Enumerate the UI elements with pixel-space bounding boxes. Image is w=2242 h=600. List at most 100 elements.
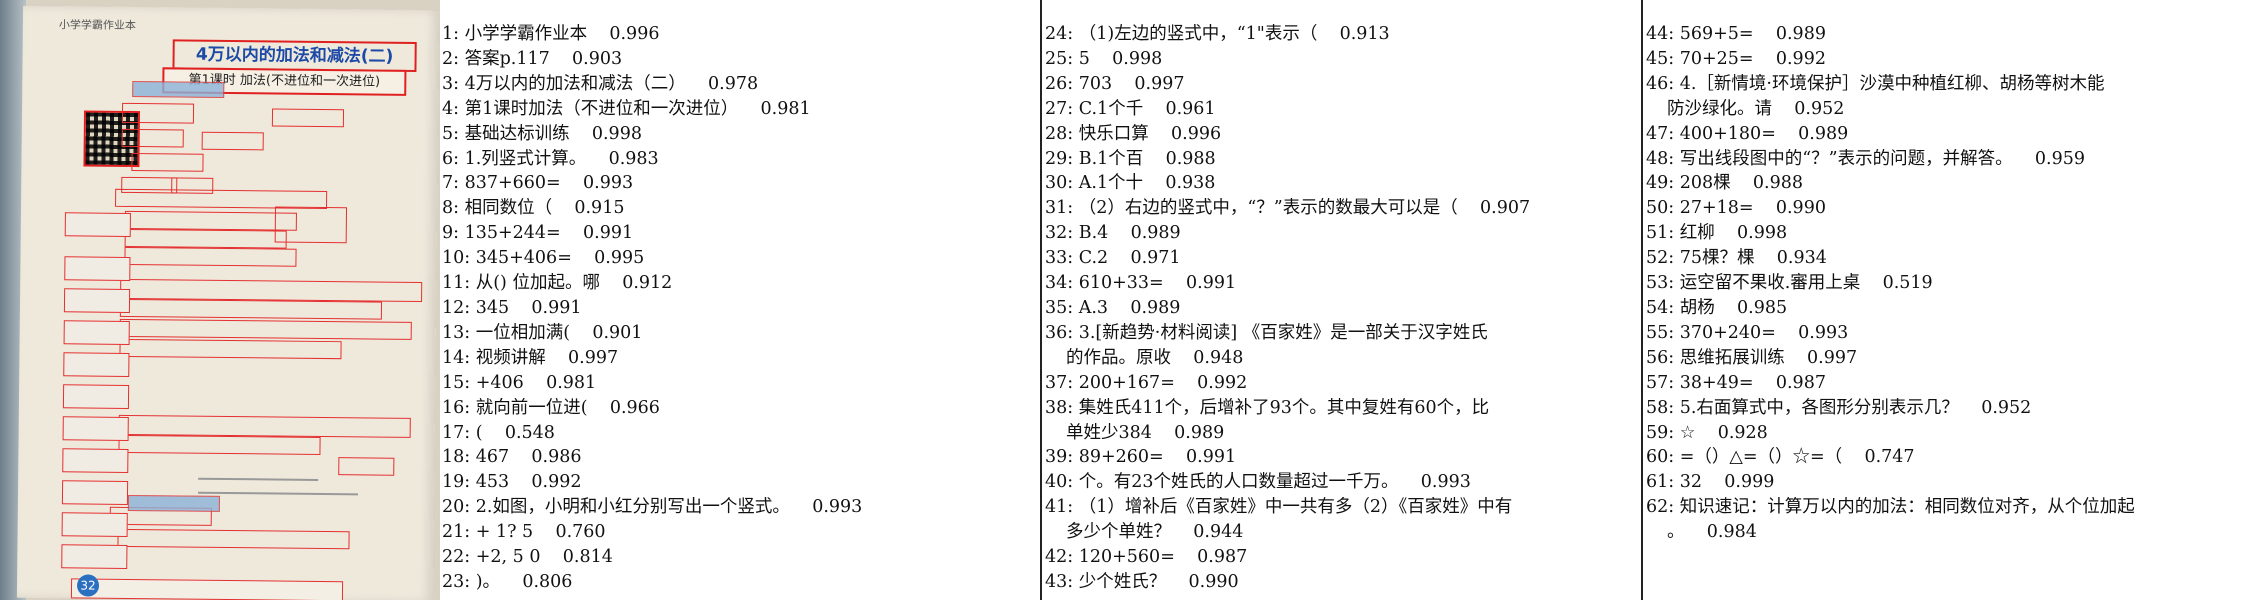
ocr-entry-text: 13: 一位相加满( bbox=[442, 322, 571, 343]
ocr-entry: 30: A.1个十 0.938 bbox=[1045, 171, 1640, 196]
ocr-entry: 45: 70+25= 0.992 bbox=[1646, 47, 2242, 72]
ocr-entry-text: 8: 相同数位（ bbox=[442, 198, 553, 219]
ocr-entry: 36: 3.[新趋势·材料阅读] 《百家姓》是一部关于汉字姓氏 的作品。原收 0.… bbox=[1045, 321, 1640, 371]
ocr-entry-text: 32: B.4 bbox=[1045, 223, 1109, 244]
ocr-entry: 9: 135+244= 0.991 bbox=[442, 221, 1039, 246]
oral-calc-box bbox=[63, 288, 131, 313]
ocr-confidence-score: 0.912 bbox=[622, 273, 673, 294]
ocr-confidence-score: 0.981 bbox=[546, 372, 597, 393]
ocr-confidence-score: 0.997 bbox=[568, 347, 619, 368]
ocr-entry: 20: 2.如图，小明和小红分别写出一个竖式。 0.993 bbox=[442, 495, 1039, 520]
ocr-confidence-score: 0.961 bbox=[1165, 98, 1216, 119]
ocr-entry: 12: 345 0.991 bbox=[442, 296, 1039, 321]
detection-box bbox=[201, 131, 264, 151]
ocr-entry: 10: 345+406= 0.995 bbox=[442, 246, 1039, 271]
detection-box bbox=[119, 298, 383, 320]
ocr-entry: 7: 837+660= 0.993 bbox=[442, 171, 1039, 196]
ocr-entry: 13: 一位相加满( 0.901 bbox=[442, 321, 1039, 346]
ocr-entry: 17: ( 0.548 bbox=[442, 421, 1039, 446]
detection-box bbox=[117, 528, 350, 550]
ocr-entry: 26: 703 0.997 bbox=[1045, 72, 1640, 97]
detection-box bbox=[119, 338, 342, 360]
ocr-confidence-score: 0.913 bbox=[1339, 24, 1390, 44]
ocr-confidence-score: 0.991 bbox=[583, 223, 634, 244]
ocr-entry-text: 26: 703 bbox=[1045, 73, 1113, 94]
ocr-confidence-score: 0.993 bbox=[812, 497, 863, 518]
ocr-entry-text: 52: 75棵？棵 bbox=[1646, 248, 1755, 269]
ocr-entry: 43: 少个姓氏？ 0.990 bbox=[1045, 570, 1640, 595]
ocr-entry: 28: 快乐口算 0.996 bbox=[1045, 122, 1640, 147]
ocr-entry: 42: 120+560= 0.987 bbox=[1045, 545, 1640, 570]
oral-calc-box bbox=[62, 448, 129, 473]
oral-calc-box bbox=[64, 256, 131, 281]
detection-box bbox=[124, 228, 287, 249]
ocr-confidence-score: 0.995 bbox=[594, 248, 645, 269]
ocr-entry-text: 29: B.1个百 bbox=[1045, 148, 1144, 169]
ocr-entry: 58: 5.右面算式中，各图形分别表示几？ 0.952 bbox=[1646, 396, 2242, 421]
ocr-entry-text: 24: （1)左边的竖式中，“1"表示（ bbox=[1045, 24, 1318, 44]
page-number: 32 bbox=[76, 574, 100, 597]
ocr-entry-text: 55: 370+240= bbox=[1646, 322, 1776, 343]
ocr-confidence-score: 0.999 bbox=[1724, 472, 1775, 493]
ocr-entry: 46: 4.［新情境·环境保护］沙漠中种植红柳、胡杨等树木能 防沙绿化。请 0.9… bbox=[1646, 72, 2242, 122]
ocr-entry-text: 35: A.3 bbox=[1045, 297, 1109, 318]
ocr-confidence-score: 0.971 bbox=[1130, 248, 1181, 269]
ocr-entry: 16: 就向前一位进( 0.966 bbox=[442, 396, 1039, 421]
ocr-entry: 56: 思维拓展训练 0.997 bbox=[1646, 346, 2242, 371]
ocr-entry-text: 5: 基础达标训练 bbox=[442, 123, 570, 144]
ocr-confidence-score: 0.984 bbox=[1706, 522, 1757, 543]
ocr-confidence-score: 0.988 bbox=[1165, 148, 1216, 169]
ocr-confidence-score: 0.996 bbox=[1171, 123, 1222, 144]
ocr-entry-text: 4: 第1课时加法（不进位和一次进位） bbox=[442, 98, 739, 119]
ocr-entry-text: 6: 1.列竖式计算。 bbox=[442, 148, 587, 169]
ocr-confidence-score: 0.996 bbox=[609, 24, 660, 44]
ocr-entry-text: 20: 2.如图，小明和小红分别写出一个竖式。 bbox=[442, 497, 790, 518]
ocr-entry: 6: 1.列竖式计算。 0.983 bbox=[442, 147, 1039, 172]
ocr-confidence-score: 0.519 bbox=[1882, 273, 1933, 294]
ocr-entry-text: 51: 红柳 bbox=[1646, 223, 1715, 244]
ocr-confidence-score: 0.907 bbox=[1480, 198, 1531, 219]
ocr-entry-text: 40: 个。有23个姓氏的人口数量超过一千万。 bbox=[1045, 472, 1399, 493]
ocr-confidence-score: 0.986 bbox=[531, 447, 582, 468]
ocr-entry-text: 11: 从() 位加起。哪 bbox=[442, 273, 600, 294]
ocr-entry: 55: 370+240= 0.993 bbox=[1646, 321, 2242, 346]
ocr-confidence-score: 0.915 bbox=[574, 198, 625, 219]
ocr-entry: 15: +406 0.981 bbox=[442, 371, 1039, 396]
ocr-entry: 24: （1)左边的竖式中，“1"表示（ 0.913 bbox=[1045, 22, 1640, 47]
ocr-entry-text: 57: 38+49= bbox=[1646, 372, 1754, 393]
detection-box bbox=[274, 206, 348, 244]
ocr-confidence-score: 0.814 bbox=[562, 547, 613, 568]
ocr-entry: 21: + 1? 5 0.760 bbox=[442, 520, 1039, 545]
ocr-confidence-score: 0.987 bbox=[1197, 547, 1248, 568]
ocr-entry: 5: 基础达标训练 0.998 bbox=[442, 122, 1039, 147]
ocr-entry-text: 33: C.2 bbox=[1045, 248, 1109, 269]
ocr-confidence-score: 0.934 bbox=[1776, 248, 1827, 269]
ocr-entry: 59: ☆ 0.928 bbox=[1646, 421, 2242, 446]
ocr-confidence-score: 0.993 bbox=[1420, 472, 1471, 493]
ocr-entry: 57: 38+49= 0.987 bbox=[1646, 371, 2242, 396]
ocr-entry-text: 46: 4.［新情境·环境保护］沙漠中种植红柳、胡杨等树木能 bbox=[1646, 73, 2105, 94]
ocr-entry: 38: 集姓氏411个，后增补了93个。其中复姓有60个，比 单姓少384 0.9… bbox=[1045, 396, 1640, 446]
detection-box bbox=[121, 102, 195, 124]
detection-box bbox=[131, 152, 204, 172]
ocr-confidence-score: 0.998 bbox=[1112, 48, 1163, 69]
ocr-entry: 2: 答案p.117 0.903 bbox=[442, 47, 1039, 72]
ocr-entry-text: 54: 胡杨 bbox=[1646, 297, 1715, 318]
detection-box bbox=[119, 318, 412, 340]
ocr-confidence-score: 0.991 bbox=[1186, 447, 1237, 468]
ocr-entry-text: 50: 27+18= bbox=[1646, 198, 1754, 219]
ocr-confidence-score: 0.760 bbox=[555, 522, 606, 543]
knowledge-note-bar bbox=[70, 578, 344, 600]
ocr-confidence-score: 0.998 bbox=[1737, 223, 1788, 244]
ocr-confidence-score: 0.952 bbox=[1794, 98, 1845, 119]
ocr-entry: 32: B.4 0.989 bbox=[1045, 221, 1640, 246]
ocr-confidence-score: 0.989 bbox=[1130, 223, 1181, 244]
ocr-entry-text: 17: ( bbox=[442, 422, 483, 443]
ocr-entry-text: 37: 200+167= bbox=[1045, 372, 1175, 393]
ocr-entry: 31: （2）右边的竖式中，“？”表示的数最大可以是（ 0.907 bbox=[1045, 196, 1640, 221]
ocr-entry-text: 2: 答案p.117 bbox=[442, 48, 550, 69]
ocr-confidence-score: 0.989 bbox=[1775, 24, 1826, 44]
ocr-column-2: 24: （1)左边的竖式中，“1"表示（ 0.913 25: 5 0.998 26:… bbox=[1043, 0, 1640, 600]
ocr-entry-continuation: 单姓少384 bbox=[1066, 422, 1152, 443]
detection-box bbox=[124, 246, 297, 267]
